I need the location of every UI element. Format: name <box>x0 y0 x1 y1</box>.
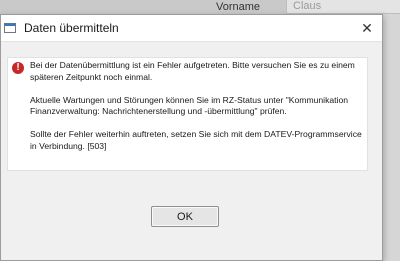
background-vorname-field[interactable]: Claus <box>286 0 400 14</box>
message-paragraph-3: Sollte der Fehler weiterhin auftreten, s… <box>30 129 362 151</box>
message-panel: ! Bei der Datenübermittlung ist ein Fehl… <box>7 57 368 171</box>
dialog-app-icon <box>4 23 16 33</box>
ok-button[interactable]: OK <box>151 206 219 227</box>
dialog-titlebar[interactable]: Daten übermitteln ✕ <box>1 15 382 42</box>
error-dialog: Daten übermitteln ✕ ! Bei der Datenüberm… <box>0 14 383 261</box>
message-paragraph-2: Aktuelle Wartungen und Störungen können … <box>30 94 349 117</box>
error-icon: ! <box>12 62 24 74</box>
close-icon: ✕ <box>361 19 373 36</box>
background-vorname-label: Vorname <box>216 1 261 13</box>
message-paragraph-1: Bei der Datenübermittlung ist ein Fehler… <box>30 60 355 82</box>
close-button[interactable]: ✕ <box>354 17 380 39</box>
error-message: Bei der Datenübermittlung ist ein Fehler… <box>30 60 364 164</box>
background-right-edge <box>383 14 400 261</box>
dialog-title: Daten übermitteln <box>24 21 119 35</box>
